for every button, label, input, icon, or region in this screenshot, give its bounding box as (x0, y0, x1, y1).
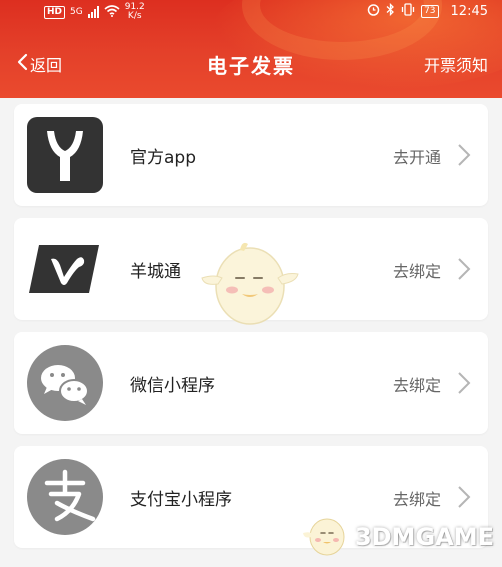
network-type-label: 5G (70, 7, 83, 17)
wechat-logo (27, 345, 103, 421)
list-item-name: 支付宝小程序 (130, 490, 232, 510)
list-item-name: 官方app (130, 148, 196, 168)
activate-button[interactable]: 去开通 (393, 144, 441, 168)
list-item-wechat-miniprogram[interactable]: 微信小程序 去绑定 (14, 332, 488, 434)
alarm-icon (367, 3, 380, 19)
status-bar-right: 73 12:45 (367, 2, 488, 19)
battery-icon: 73 (421, 4, 439, 18)
invoice-notice-link[interactable]: 开票须知 (424, 52, 488, 76)
status-bar-left: HD 5G 91.2 K/s (44, 3, 145, 21)
signal-icon (87, 6, 99, 18)
chevron-right-icon (456, 256, 472, 282)
header-bar: HD 5G 91.2 K/s 73 12:45 返回 电子发票 开票须知 (0, 0, 502, 98)
yangchengtong-logo (27, 231, 103, 307)
bind-button[interactable]: 去绑定 (393, 486, 441, 510)
list-item-name: 羊城通 (130, 262, 181, 282)
bluetooth-icon (386, 2, 395, 19)
watermark-text: 3DMGAME (354, 523, 494, 551)
speed-unit: K/s (127, 11, 142, 21)
mascot-icon (200, 238, 300, 328)
vibrate-icon (401, 3, 415, 19)
clock: 12:45 (450, 3, 488, 19)
bind-button[interactable]: 去绑定 (393, 258, 441, 282)
chevron-right-icon (456, 370, 472, 396)
watermark: 3DMGAME (302, 513, 494, 561)
list-item-official-app[interactable]: 官方app 去开通 (14, 104, 488, 206)
status-bar: HD 5G 91.2 K/s 73 12:45 (0, 0, 502, 26)
official-app-logo (27, 117, 103, 193)
hd-badge: HD (44, 5, 66, 19)
alipay-logo (27, 459, 103, 535)
chevron-right-icon (456, 484, 472, 510)
watermark-mascot-icon (302, 513, 351, 561)
bind-button[interactable]: 去绑定 (393, 372, 441, 396)
network-speed: 91.2 K/s (125, 3, 145, 21)
list-item-name: 微信小程序 (130, 376, 215, 396)
wifi-icon (104, 4, 120, 20)
chevron-right-icon (456, 142, 472, 168)
nav-bar: 返回 电子发票 开票须知 (0, 44, 502, 86)
